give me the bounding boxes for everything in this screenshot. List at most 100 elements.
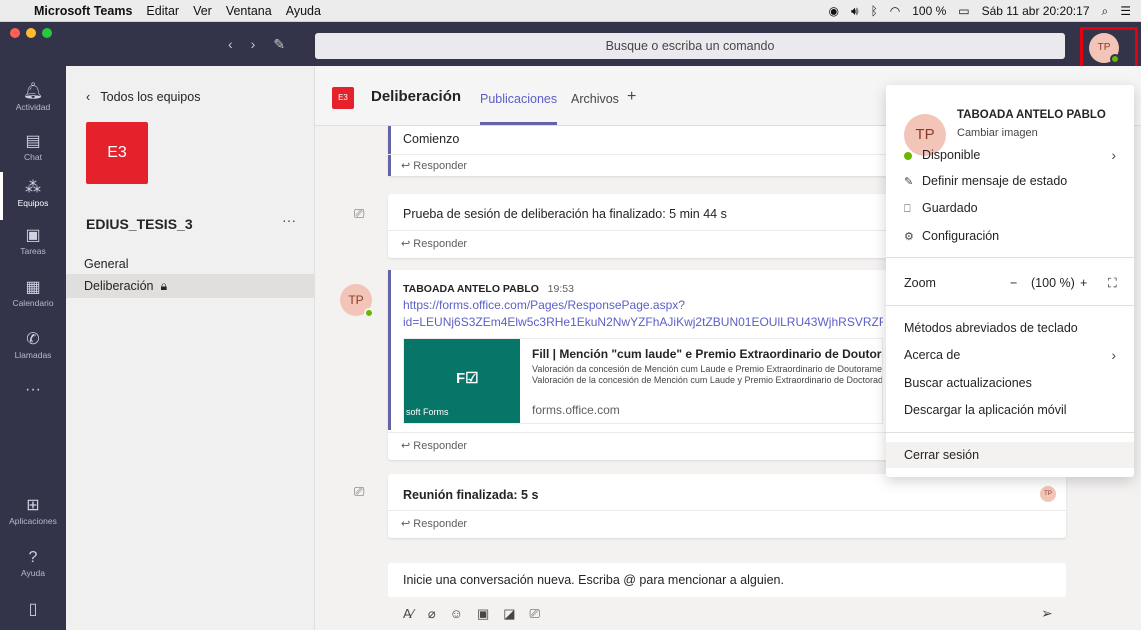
appbar-label: Aplicaciones (9, 516, 57, 526)
teams-tray-icon[interactable]: ◉ (829, 4, 839, 18)
compose-icon[interactable]: ✎ (273, 36, 285, 53)
send-icon[interactable]: ➢ (1041, 605, 1053, 622)
zoom-out-button[interactable]: − (1010, 270, 1017, 296)
appbar-calendar[interactable]: ▦ Calendario (0, 272, 66, 320)
active-tab-indicator (480, 122, 557, 125)
list-icon[interactable]: ☰ (1120, 4, 1131, 18)
all-teams-link[interactable]: ‹ Todos los equipos (86, 90, 200, 104)
about-item[interactable]: Acerca de › (886, 342, 1134, 368)
window-controls (10, 28, 52, 38)
settings-item[interactable]: ⚙ Configuración (886, 223, 1134, 249)
appbar-label: Actividad (15, 102, 51, 112)
reply-label: Responder (413, 238, 468, 250)
channel-general[interactable]: General (66, 252, 314, 276)
message-header: TABOADA ANTELO PABLO 19:53 (403, 283, 574, 295)
link-preview-card[interactable]: F☑ soft Forms Fill | Mención "cum laude"… (403, 338, 883, 424)
datetime[interactable]: Sáb 11 abr 20:20:17 (982, 4, 1090, 18)
appbar-label: Llamadas (14, 350, 52, 360)
edit-status-icon: ✎ (904, 176, 914, 188)
menubar-status: ◉ 🔊︎ ᛒ ◠ 100 % ▭ Sáb 11 abr 20:20:17 ⌕ ☰ (829, 0, 1131, 22)
fullscreen-icon[interactable]: ⛶ (1108, 270, 1117, 296)
menu-ventana[interactable]: Ventana (226, 4, 272, 18)
appbar-more-button[interactable]: ··· (0, 374, 66, 422)
message-card: Reunión finalizada: 5 s TP ↩ Responder (388, 474, 1066, 538)
tab-archivos[interactable]: Archivos (571, 92, 619, 106)
preview-domain: forms.office.com (532, 403, 620, 417)
appbar-apps[interactable]: ⊞ Aplicaciones (0, 490, 66, 538)
meeting-icon: ⎚ (354, 206, 365, 221)
tasks-icon: ▣ (25, 227, 41, 244)
menu-ver[interactable]: Ver (193, 4, 212, 18)
forward-arrow-icon[interactable]: › (251, 36, 256, 53)
lock-icon: 🔒︎ (160, 279, 168, 293)
team-panel: ‹ Todos los equipos E3 EDIUS_TESIS_3 ···… (66, 66, 315, 630)
chat-icon: ▤ (25, 133, 41, 150)
menu-editar[interactable]: Editar (146, 4, 179, 18)
zoom-value: (100 %) (1031, 276, 1075, 290)
phone-icon: ✆ (26, 331, 40, 348)
download-mobile-app-item[interactable]: Descargar la aplicación móvil (886, 397, 1134, 423)
zoom-window-button[interactable] (42, 28, 52, 38)
attach-icon[interactable]: ⌀ (428, 606, 436, 622)
search-command-input[interactable]: Busque o escriba un comando (315, 33, 1065, 59)
appbar-mobile-button[interactable]: ▯ (0, 594, 66, 630)
wifi-icon[interactable]: ◠ (890, 4, 900, 18)
appbar-tasks[interactable]: ▣ Tareas (0, 220, 66, 268)
appbar-label: Calendario (12, 298, 54, 308)
channel-tile: E3 (332, 87, 354, 109)
sign-out-item[interactable]: Cerrar sesión (886, 442, 1134, 468)
chevron-right-icon: › (1111, 147, 1116, 163)
minimize-window-button[interactable] (26, 28, 36, 38)
menu-label: Acerca de (904, 348, 961, 362)
appbar-label: Ayuda (21, 568, 45, 578)
calendar-icon: ▦ (25, 279, 41, 296)
gif-icon[interactable]: ▣ (477, 606, 489, 622)
reply-button[interactable]: ↩ Responder (388, 510, 1066, 538)
reply-label: Responder (413, 518, 468, 530)
appbar-label: Tareas (20, 246, 46, 256)
team-more-button[interactable]: ··· (282, 212, 296, 228)
volume-icon[interactable]: 🔊︎ (851, 4, 859, 19)
keyboard-shortcuts-item[interactable]: Métodos abreviados de teclado (886, 315, 1134, 341)
reply-label: Responder (413, 160, 468, 172)
bluetooth-icon[interactable]: ᛒ (871, 4, 878, 18)
appbar-help[interactable]: ? Ayuda (0, 542, 66, 590)
more-icon: ··· (25, 381, 41, 398)
status-available-item[interactable]: Disponible › (886, 142, 1134, 168)
appbar-activity[interactable]: 🔔︎ Actividad (0, 76, 66, 124)
add-tab-button[interactable]: + (627, 88, 636, 106)
new-conversation-input[interactable]: Inicie una conversación nueva. Escriba @… (388, 563, 1066, 597)
preview-title: Fill | Mención "cum laude" e Premio Extr… (532, 347, 882, 361)
channel-deliberacion[interactable]: Deliberación 🔒︎ (66, 274, 314, 298)
sticker-icon[interactable]: ◪ (503, 606, 515, 622)
appbar-calls[interactable]: ✆ Llamadas (0, 324, 66, 372)
menu-ayuda[interactable]: Ayuda (286, 4, 321, 18)
format-icon[interactable]: A⁄ (403, 606, 414, 622)
appbar-chat[interactable]: ▤ Chat (0, 126, 66, 174)
forms-logo-icon: F☑ (456, 370, 479, 387)
change-image-link[interactable]: Cambiar imagen (957, 127, 1038, 139)
zoom-in-button[interactable]: + (1080, 270, 1087, 296)
battery-icon[interactable]: ▭ (958, 4, 969, 18)
zoom-row: Zoom − (100 %) + ⛶ (886, 270, 1134, 296)
set-status-message-item[interactable]: ✎ Definir mensaje de estado (886, 168, 1134, 194)
form-link[interactable]: https://forms.office.com/Pages/ResponseP… (403, 298, 883, 329)
tab-publicaciones[interactable]: Publicaciones (480, 92, 557, 106)
channel-label: Deliberación (84, 279, 154, 293)
gear-icon: ⚙ (904, 231, 914, 243)
battery-label[interactable]: 100 % (912, 4, 946, 18)
spotlight-icon[interactable]: ⌕ (1102, 4, 1109, 19)
chevron-right-icon: › (1111, 347, 1116, 363)
menu-label: Definir mensaje de estado (922, 174, 1068, 188)
meet-now-icon[interactable]: ⎚ (530, 606, 540, 622)
emoji-icon[interactable]: ☺ (450, 606, 463, 622)
back-arrow-icon[interactable]: ‹ (228, 36, 233, 53)
menu-app-name[interactable]: Microsoft Teams (34, 4, 132, 18)
close-window-button[interactable] (10, 28, 20, 38)
appbar-teams[interactable]: ⁂ Equipos (0, 172, 66, 220)
message-text: Prueba de sesión de deliberación ha fina… (403, 207, 727, 221)
reply-label: Responder (413, 440, 468, 452)
check-updates-item[interactable]: Buscar actualizaciones (886, 370, 1134, 396)
saved-item[interactable]: ⎕ Guardado (886, 195, 1134, 221)
team-name: EDIUS_TESIS_3 (86, 216, 193, 232)
